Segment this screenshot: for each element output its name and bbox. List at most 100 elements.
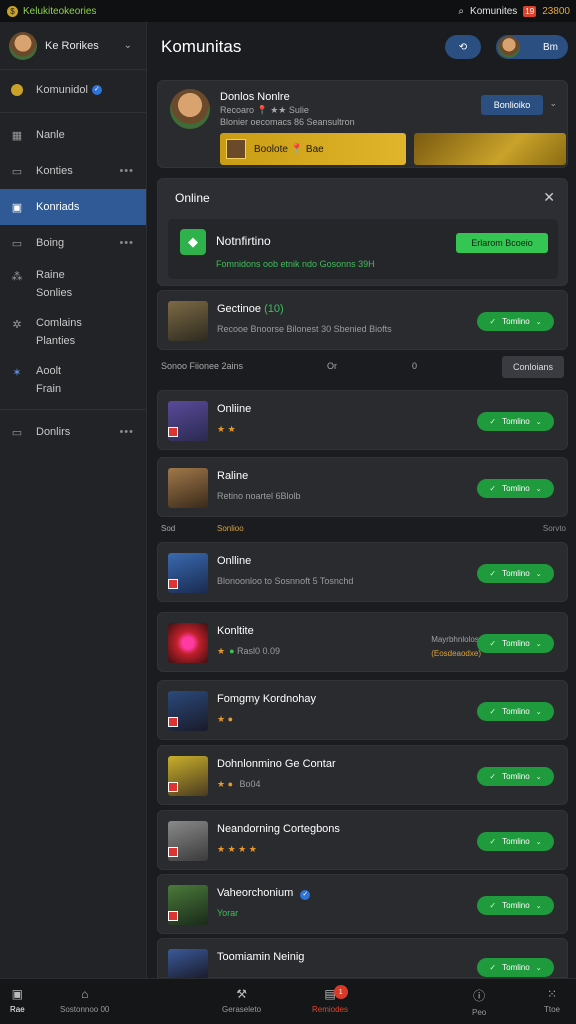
online-item: ◆ Notnfirtino Fomnidons oob etnik ndo Go… bbox=[168, 219, 558, 279]
nav-home[interactable]: ▣ Rae bbox=[10, 987, 25, 1014]
divider bbox=[0, 409, 146, 410]
nav-tools[interactable]: ⚒ Geraseleto bbox=[222, 987, 261, 1014]
item-meta: Mayrbhnlolos (Eosdeaodxe) bbox=[431, 635, 481, 658]
sidebar-item-aoolt[interactable]: ✶ Aoolt Frain bbox=[0, 357, 146, 405]
sidebar-item-comlains[interactable]: ✲ Comlains Planties bbox=[0, 309, 146, 357]
item-subtitle: ★ ● Bo04 bbox=[217, 779, 261, 789]
follow-button[interactable]: ✓ Tomlino ⌄ bbox=[477, 896, 554, 915]
info-icon: ⓘ bbox=[473, 989, 486, 1003]
sidebar-item-konties[interactable]: ▭ Konties ••• bbox=[0, 153, 146, 189]
search-label[interactable]: Komunites bbox=[470, 6, 517, 17]
refresh-button[interactable]: ⟲ bbox=[445, 35, 481, 59]
sidebar-item-komunidol[interactable]: Komunidol ✓ bbox=[0, 72, 146, 108]
grid-icon: ▦ bbox=[11, 129, 23, 142]
profile-button[interactable]: Bm bbox=[496, 35, 568, 59]
filter-tab[interactable]: Sonoo Fiionee 2ains bbox=[161, 361, 243, 371]
nav-house[interactable]: ⌂ Sostonnoo 00 bbox=[60, 987, 109, 1014]
network-icon: ⁂ bbox=[11, 270, 23, 283]
item-name: Raline bbox=[217, 470, 249, 482]
profile-button-label: Bm bbox=[543, 41, 558, 53]
gear-icon: ✲ bbox=[12, 318, 22, 331]
online-item-status: Fomnidons oob etnik ndo Gosonns 39H bbox=[216, 259, 375, 269]
profile-switcher[interactable]: Ke Rorikes ⌄ bbox=[0, 22, 146, 70]
sidebar-item-donlirs[interactable]: ▭ Donlirs ••• bbox=[0, 414, 146, 450]
more-icon[interactable]: ••• bbox=[119, 237, 134, 249]
list-item[interactable]: Raline Retino noartel 6Blolb ✓ Tomlino ⌄ bbox=[157, 457, 568, 517]
follow-button[interactable]: ✓ Tomlino ⌄ bbox=[477, 564, 554, 583]
flag-icon bbox=[168, 847, 178, 857]
section-label: Sonlioo bbox=[217, 524, 244, 533]
sidebar-item-label: Raine bbox=[36, 269, 65, 281]
list-item[interactable]: Onlline Blonoonloo to Sosnnoft 5 Tosnchd… bbox=[157, 542, 568, 602]
flag-icon bbox=[168, 717, 178, 727]
follow-button[interactable]: ✓ Tomlino ⌄ bbox=[477, 412, 554, 431]
sidebar-item-raine[interactable]: ⁂ Raine Sonlies bbox=[0, 261, 146, 309]
chevron-down-icon[interactable]: ⌄ bbox=[549, 98, 557, 109]
nav-store[interactable]: ▤ 1 Remiodes bbox=[312, 985, 348, 1014]
check-icon: ✓ bbox=[489, 639, 497, 648]
list-item[interactable]: Toomiamin Neinig ✓ Tomlino ⌄ bbox=[157, 938, 568, 979]
notification-badge[interactable]: 19 bbox=[523, 5, 537, 17]
item-subtitle: Blonoonloo to Sosnnoft 5 Tosnchd bbox=[217, 576, 354, 586]
thumbnail bbox=[168, 949, 208, 979]
top-bar: $ Kelukiteokeories ⌕ Komunites 19 23800 bbox=[0, 0, 576, 22]
list-item[interactable]: Onliine ★ ★ ✓ Tomlino ⌄ bbox=[157, 390, 568, 450]
online-panel-title: Online bbox=[175, 191, 210, 205]
list-item[interactable]: Gectinoe (10) Recooe Bnoorse Bilonest 30… bbox=[157, 290, 568, 350]
more-icon[interactable]: ••• bbox=[119, 426, 134, 438]
featured-action-button[interactable]: Bonlioiko bbox=[481, 95, 543, 115]
follow-button[interactable]: ✓ Tomlino ⌄ bbox=[477, 767, 554, 786]
sidebar-item-label: Komunidol bbox=[36, 84, 88, 96]
check-icon: ✓ bbox=[489, 484, 497, 493]
online-action-button[interactable]: Erlarom Bcoeio bbox=[456, 233, 548, 253]
chevron-down-icon: ⌄ bbox=[535, 570, 542, 578]
more-icon[interactable]: ••• bbox=[119, 165, 134, 177]
item-name: Fomgmy Kordnohay bbox=[217, 693, 317, 705]
coin-icon bbox=[10, 83, 24, 97]
sidebar-item-label: Nanle bbox=[36, 129, 65, 141]
sidebar-item-konriads[interactable]: ▣ Konriads bbox=[0, 189, 146, 225]
nav-more[interactable]: ⁙ Ttoe bbox=[544, 987, 560, 1014]
filter-tab[interactable]: Or bbox=[327, 361, 337, 371]
chevron-down-icon: ⌄ bbox=[535, 318, 542, 326]
square-icon: ▭ bbox=[11, 237, 23, 250]
store-icon: ▤ 1 bbox=[324, 985, 348, 1001]
list-item[interactable]: Dohnlonmino Ge Contar ★ ● Bo04 ✓ Tomlino ⌄ bbox=[157, 745, 568, 805]
chevron-down-icon: ⌄ bbox=[535, 773, 542, 781]
sidebar-item-boing[interactable]: ▭ Boing ••• bbox=[0, 225, 146, 261]
chevron-down-icon: ⌄ bbox=[123, 40, 132, 51]
bottom-nav: ▣ Rae ⌂ Sostonnoo 00 ⚒ Geraseleto ▤ 1 Rem… bbox=[0, 978, 576, 1024]
list-item[interactable]: Vaheorchonium ✓ Yorar ✓ Tomlino ⌄ bbox=[157, 874, 568, 934]
verified-icon: ✓ bbox=[91, 85, 102, 95]
follow-button[interactable]: ✓ Tomlino ⌄ bbox=[477, 312, 554, 331]
flag-icon bbox=[168, 427, 178, 437]
thumbnail bbox=[168, 401, 208, 441]
sidebar-item-label: Boing bbox=[36, 237, 65, 249]
follow-button[interactable]: ✓ Tomlino ⌄ bbox=[477, 958, 554, 977]
follow-button[interactable]: ✓ Tomlino ⌄ bbox=[477, 479, 554, 498]
list-item[interactable]: Konltite ★ ● Rasl0 0.09 Mayrbhnlolos (Eosd… bbox=[157, 612, 568, 672]
close-icon[interactable]: ✕ bbox=[543, 189, 555, 206]
check-icon: ✓ bbox=[489, 569, 497, 578]
follow-button[interactable]: ✓ Tomlino ⌄ bbox=[477, 832, 554, 851]
featured-subtitle: Recoaro 📍 ★★ Sulie bbox=[220, 105, 309, 115]
featured-banner[interactable]: Boolote 📍 Bae bbox=[220, 133, 406, 165]
check-icon: ✓ bbox=[489, 837, 497, 846]
sidebar-item-nanle[interactable]: ▦ Nanle bbox=[0, 117, 146, 153]
filter-button[interactable]: Conloians bbox=[502, 356, 564, 378]
follow-button[interactable]: ✓ Tomlino ⌄ bbox=[477, 702, 554, 721]
list-item[interactable]: Neandorning Cortegbons ★ ★ ★ ★ ✓ Tomlino ⌄ bbox=[157, 810, 568, 870]
square-icon: ▭ bbox=[11, 426, 23, 439]
sidebar-item-label: Aoolt bbox=[36, 365, 62, 377]
filter-tab[interactable]: 0 bbox=[412, 361, 417, 371]
follow-button[interactable]: ✓ Tomlino ⌄ bbox=[477, 634, 554, 653]
house-icon: ⌂ bbox=[81, 987, 89, 1001]
featured-card[interactable]: Donlos Nonlre Recoaro 📍 ★★ Sulie Blonier… bbox=[157, 80, 568, 168]
refresh-icon: ⟲ bbox=[458, 41, 468, 53]
list-item[interactable]: Fomgmy Kordnohay ★ ● ✓ Tomlino ⌄ bbox=[157, 680, 568, 740]
search-icon[interactable]: ⌕ bbox=[458, 6, 464, 17]
item-subtitle: ★ ● Rasl0 0.09 bbox=[217, 646, 281, 656]
hammer-icon: ⚒ bbox=[236, 987, 247, 1001]
thumbnail bbox=[168, 885, 208, 925]
nav-info[interactable]: ⓘ Peo bbox=[472, 987, 486, 1017]
